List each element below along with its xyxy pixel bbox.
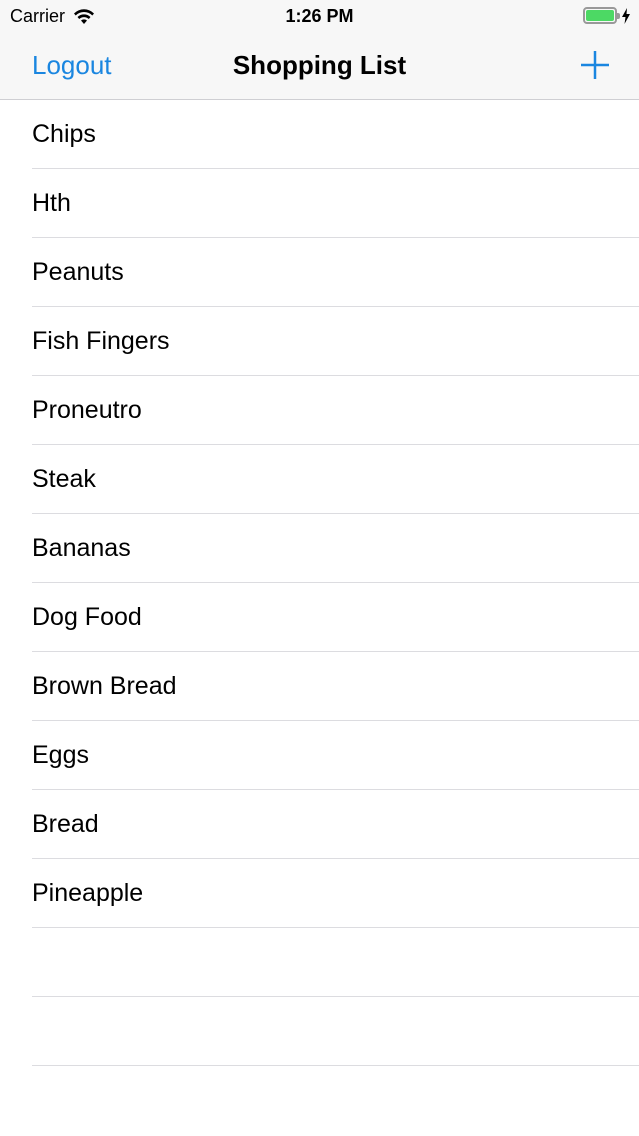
list-item-label: Proneutro [32,396,142,424]
list-item-label: Steak [32,465,96,493]
list-item-label: Pineapple [32,879,144,907]
list-item[interactable]: Brown Bread [0,652,639,721]
list-item-label: Fish Fingers [32,327,170,355]
status-time: 1:26 PM [285,6,354,26]
navigation-bar: Logout Shopping List [0,34,639,100]
battery-icon [583,7,620,24]
list-item[interactable]: Proneutro [0,376,639,445]
list-item-label: Dog Food [32,603,142,631]
plus-icon [581,51,609,79]
battery-indicator [583,7,631,24]
list-item[interactable]: Bananas [0,514,639,583]
list-item[interactable]: Steak [0,445,639,514]
list-item[interactable]: Peanuts [0,238,639,307]
charging-bolt-icon [622,7,630,24]
add-item-button[interactable] [581,51,609,79]
list-item-label: Hth [32,189,71,217]
list-item[interactable]: Hth [0,169,639,238]
list-item-label: Eggs [32,741,89,769]
list-item[interactable]: Dog Food [0,583,639,652]
empty-row [0,997,639,1066]
status-bar: Carrier 1:26 PM [0,0,639,34]
list-item-label: Bananas [32,534,131,562]
shopping-list: Chips Hth Peanuts Fish Fingers Proneutro Stea… [0,100,639,1066]
list-item[interactable]: Chips [0,100,639,169]
list-item-label: Peanuts [32,258,124,286]
list-item-label: Bread [32,810,99,838]
list-item[interactable]: Pineapple [0,859,639,928]
list-item[interactable]: Fish Fingers [0,307,639,376]
list-item-label: Brown Bread [32,672,177,700]
empty-row [0,928,639,997]
page-title: Shopping List [232,50,407,80]
list-item-label: Chips [32,120,96,148]
list-item[interactable]: Bread [0,790,639,859]
list-item[interactable]: Eggs [0,721,639,790]
battery-fill [586,10,614,21]
